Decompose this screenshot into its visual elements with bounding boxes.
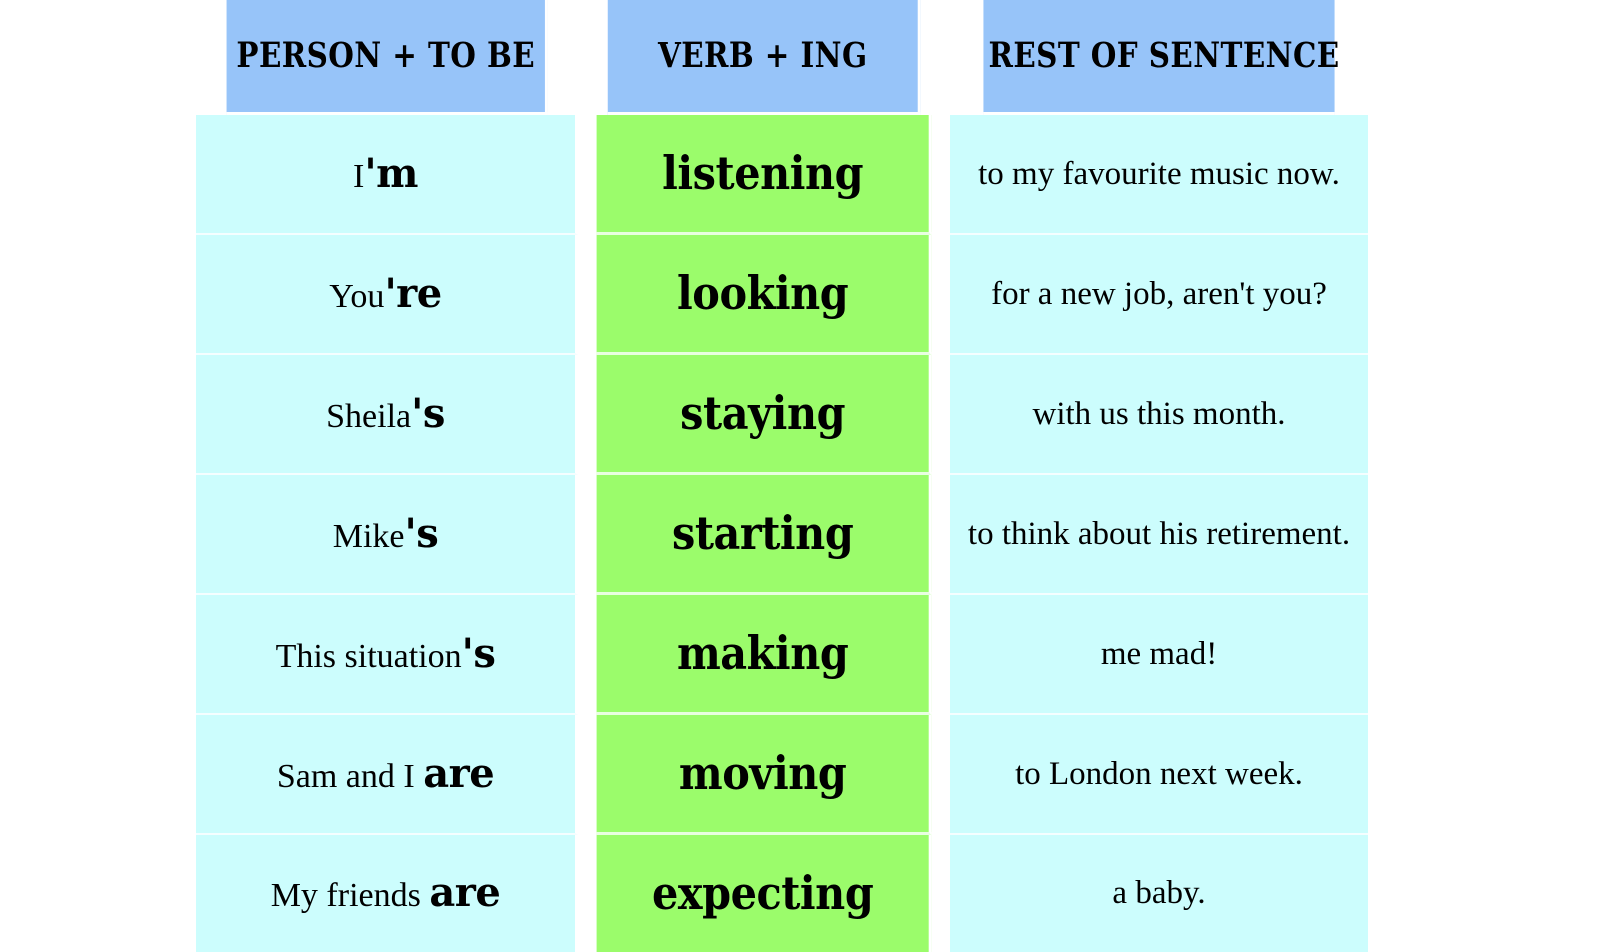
auxiliary-text: 's xyxy=(461,629,496,677)
auxiliary-text: 's xyxy=(411,389,445,437)
cell-verb: starting xyxy=(596,475,932,595)
cell-person: Mike's xyxy=(196,475,578,595)
cell-rest: with us this month. xyxy=(950,355,1368,475)
subject-text: Mike xyxy=(332,517,405,555)
subject-text: My friends xyxy=(270,877,430,915)
cell-person: Sheila's xyxy=(196,355,578,475)
page-canvas: PERSON + TO BE VERB + ING REST OF SENTEN… xyxy=(0,0,1600,952)
table-body: I'm listening to my favourite music now.… xyxy=(196,115,1368,952)
table-row: My friends are expecting a baby. xyxy=(196,835,1368,952)
cell-rest: for a new job, aren't you? xyxy=(950,235,1368,355)
cell-rest: me mad! xyxy=(950,595,1368,715)
subject-text: You xyxy=(329,277,385,315)
present-continuous-table: PERSON + TO BE VERB + ING REST OF SENTEN… xyxy=(196,0,1368,952)
auxiliary-text: 's xyxy=(404,509,439,557)
cell-person: This situation's xyxy=(196,595,578,715)
cell-person: I'm xyxy=(196,115,578,235)
cell-verb: expecting xyxy=(596,835,932,952)
cell-rest: to my favourite music now. xyxy=(950,115,1368,235)
rest-text: to my favourite music now. xyxy=(978,155,1340,192)
cell-person: Sam and I are xyxy=(196,715,578,835)
subject-text: I xyxy=(353,157,365,195)
column-header-rest-of-sentence: REST OF SENTENCE xyxy=(983,0,1339,115)
column-header-person-to-be: PERSON + TO BE xyxy=(226,0,548,115)
subject-text: Sheila xyxy=(326,397,412,435)
table-row: You're looking for a new job, aren't you… xyxy=(196,235,1368,355)
table-row: Mike's starting to think about his retir… xyxy=(196,475,1368,595)
cell-verb: making xyxy=(596,595,932,715)
rest-text: for a new job, aren't you? xyxy=(991,275,1327,312)
auxiliary-text: are xyxy=(429,869,501,917)
auxiliary-text: 're xyxy=(384,269,442,317)
auxiliary-text: 'm xyxy=(364,149,418,197)
cell-verb: moving xyxy=(596,715,932,835)
table-row: This situation's making me mad! xyxy=(196,595,1368,715)
rest-text: to London next week. xyxy=(1015,755,1303,792)
subject-text: Sam and I xyxy=(276,757,424,795)
cell-rest: to London next week. xyxy=(950,715,1368,835)
cell-verb: looking xyxy=(596,235,932,355)
rest-text: with us this month. xyxy=(1032,395,1286,432)
cell-rest: a baby. xyxy=(950,835,1368,952)
cell-rest: to think about his retirement. xyxy=(950,475,1368,595)
column-header-verb-ing: VERB + ING xyxy=(607,0,921,115)
table-row: Sheila's staying with us this month. xyxy=(196,355,1368,475)
cell-person: My friends are xyxy=(196,835,578,952)
header-row: PERSON + TO BE VERB + ING REST OF SENTEN… xyxy=(196,0,1368,115)
cell-verb: staying xyxy=(596,355,932,475)
table-row: Sam and I are moving to London next week… xyxy=(196,715,1368,835)
cell-person: You're xyxy=(196,235,578,355)
rest-text: to think about his retirement. xyxy=(967,515,1351,552)
rest-text: a baby. xyxy=(1112,875,1206,912)
table-row: I'm listening to my favourite music now. xyxy=(196,115,1368,235)
rest-text: me mad! xyxy=(1100,635,1218,672)
cell-verb: listening xyxy=(596,115,932,235)
table-header: PERSON + TO BE VERB + ING REST OF SENTEN… xyxy=(196,0,1368,115)
subject-text: This situation xyxy=(275,637,462,675)
auxiliary-text: are xyxy=(423,749,495,797)
